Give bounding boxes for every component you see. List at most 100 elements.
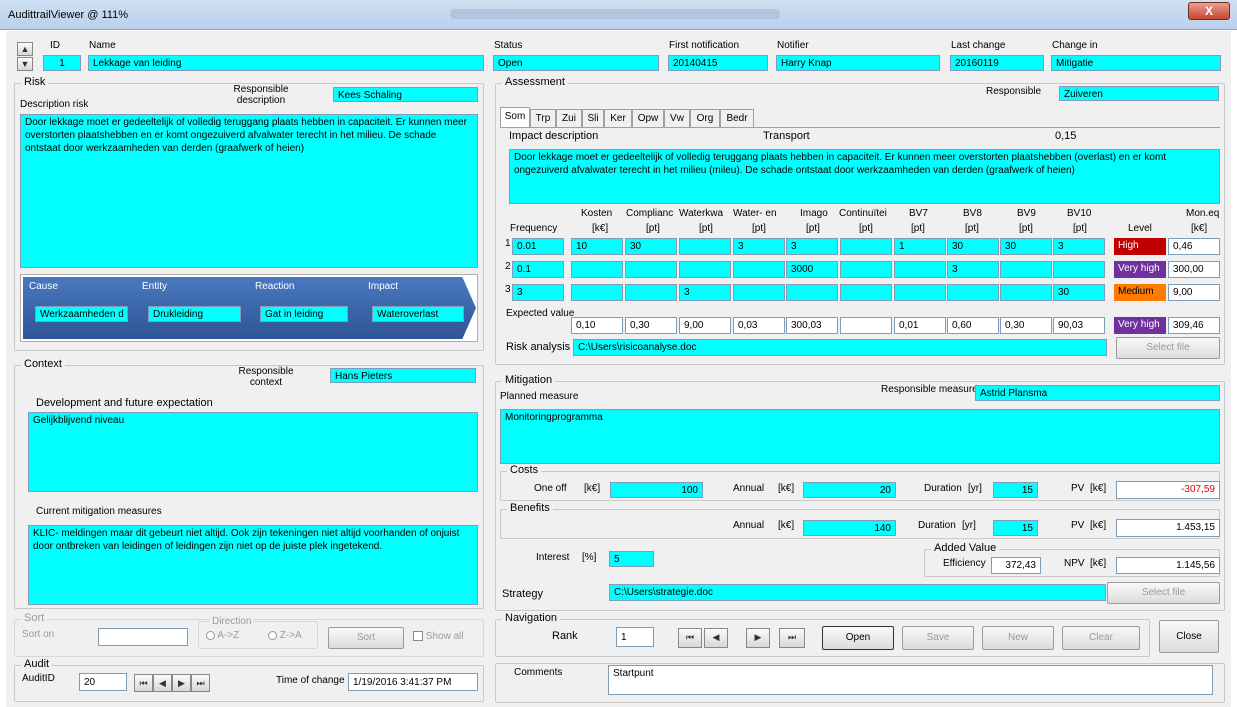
assessment-responsible-field[interactable]: Zuiveren <box>1059 86 1219 101</box>
costs-annual-field[interactable]: 20 <box>803 482 896 498</box>
row-1-complianc[interactable]: 30 <box>625 238 677 255</box>
close-button[interactable]: Close <box>1159 620 1219 653</box>
chain-cause-field[interactable]: Werkzaamheden d <box>35 306 128 322</box>
row-2-water-en[interactable] <box>733 261 785 278</box>
tab-som[interactable]: Som <box>500 107 530 127</box>
open-button[interactable]: Open <box>822 626 894 650</box>
audit-first-button[interactable]: ⏮ <box>134 674 153 692</box>
row-1-bv7[interactable]: 1 <box>894 238 946 255</box>
row-3-bv9[interactable] <box>1000 284 1052 301</box>
row-2-imago[interactable]: 3000 <box>786 261 838 278</box>
expected-kosten[interactable]: 0,10 <box>571 317 623 334</box>
spin-up-button[interactable]: ▲ <box>17 42 33 56</box>
audit-prev-button[interactable]: ◀ <box>153 674 172 692</box>
row-2-frequency[interactable]: 0.1 <box>512 261 564 278</box>
row-2-bv9[interactable] <box>1000 261 1052 278</box>
row-2-bv7[interactable] <box>894 261 946 278</box>
tab-bedr[interactable]: Bedr <box>720 109 754 127</box>
row-2-kosten[interactable] <box>571 261 623 278</box>
chain-entity-field[interactable]: Drukleiding <box>148 306 241 322</box>
interest-field[interactable]: 5 <box>609 551 654 567</box>
tab-ker[interactable]: Ker <box>604 109 632 127</box>
row-1-bv10[interactable]: 3 <box>1053 238 1105 255</box>
row-1-frequency[interactable]: 0.01 <box>512 238 564 255</box>
name-field[interactable]: Lekkage van leiding <box>88 55 484 71</box>
efficiency-field[interactable]: 372,43 <box>991 557 1041 574</box>
row-3-complianc[interactable] <box>625 284 677 301</box>
expected-bv7[interactable]: 0,01 <box>894 317 946 334</box>
nav-next-button[interactable]: ▶ <box>746 628 770 648</box>
row-2-continuitei[interactable] <box>840 261 892 278</box>
last-change-field[interactable]: 20160119 <box>950 55 1044 71</box>
risk-analysis-field[interactable]: C:\Users\risicoanalyse.doc <box>573 339 1107 356</box>
row-3-moneq[interactable]: 9,00 <box>1168 284 1220 301</box>
expected-moneq[interactable]: 309,46 <box>1168 317 1220 334</box>
row-3-continuitei[interactable] <box>840 284 892 301</box>
expected-imago[interactable]: 300,03 <box>786 317 838 334</box>
expected-bv8[interactable]: 0,60 <box>947 317 999 334</box>
tab-trp[interactable]: Trp <box>530 109 556 127</box>
first-notification-field[interactable]: 20140415 <box>668 55 768 71</box>
sort-button[interactable]: Sort <box>328 627 404 649</box>
change-in-field[interactable]: Mitigatie <box>1051 55 1221 71</box>
row-1-water-en[interactable]: 3 <box>733 238 785 255</box>
row-2-complianc[interactable] <box>625 261 677 278</box>
expected-bv9[interactable]: 0,30 <box>1000 317 1052 334</box>
direction-az-option[interactable]: A->Z <box>206 630 239 641</box>
current-mitigation-field[interactable]: KLIC- meldingen maar dit gebeurt niet al… <box>28 525 478 605</box>
rank-field[interactable]: 1 <box>616 627 654 647</box>
chain-impact-field[interactable]: Wateroverlast <box>372 306 464 322</box>
direction-za-radio[interactable] <box>268 630 277 640</box>
expected-water-en[interactable]: 0,03 <box>733 317 785 334</box>
tab-org[interactable]: Org <box>690 109 720 127</box>
description-risk-field[interactable]: Door lekkage moet er gedeeltelijk of vol… <box>20 114 478 268</box>
row-1-imago[interactable]: 3 <box>786 238 838 255</box>
strategy-field[interactable]: C:\Users\strategie.doc <box>609 584 1106 601</box>
expected-waterkwa[interactable]: 9,00 <box>679 317 731 334</box>
direction-za-option[interactable]: Z->A <box>268 630 302 641</box>
costs-duration-field[interactable]: 15 <box>993 482 1038 498</box>
row-1-bv8[interactable]: 30 <box>947 238 999 255</box>
row-3-waterkwa[interactable]: 3 <box>679 284 731 301</box>
row-3-bv10[interactable]: 30 <box>1053 284 1105 301</box>
row-2-moneq[interactable]: 300,00 <box>1168 261 1220 278</box>
audit-next-button[interactable]: ▶ <box>172 674 191 692</box>
row-3-kosten[interactable] <box>571 284 623 301</box>
time-of-change-field[interactable]: 1/19/2016 3:41:37 PM <box>348 673 478 691</box>
save-button[interactable]: Save <box>902 626 974 650</box>
sort-on-field[interactable] <box>98 628 188 646</box>
row-3-water-en[interactable] <box>733 284 785 301</box>
nav-first-button[interactable]: ⏮ <box>678 628 702 648</box>
row-2-waterkwa[interactable] <box>679 261 731 278</box>
show-all-option[interactable]: Show all <box>413 631 464 642</box>
tab-sli[interactable]: Sli <box>582 109 604 127</box>
new-button[interactable]: New <box>982 626 1054 650</box>
benefits-annual-field[interactable]: 140 <box>803 520 896 536</box>
row-1-continuitei[interactable] <box>840 238 892 255</box>
strategy-select-file-button[interactable]: Select file <box>1107 582 1220 604</box>
impact-description-field[interactable]: Door lekkage moet er gedeeltelijk of vol… <box>509 149 1220 204</box>
clear-button[interactable]: Clear <box>1062 626 1140 650</box>
oneoff-field[interactable]: 100 <box>610 482 703 498</box>
window-close-button[interactable]: X <box>1188 2 1230 20</box>
auditid-field[interactable]: 20 <box>79 673 127 691</box>
row-1-moneq[interactable]: 0,46 <box>1168 238 1220 255</box>
npv-field[interactable]: 1.145,56 <box>1116 557 1220 574</box>
benefits-duration-field[interactable]: 15 <box>993 520 1038 536</box>
notifier-field[interactable]: Harry Knap <box>776 55 940 71</box>
row-1-waterkwa[interactable] <box>679 238 731 255</box>
show-all-checkbox[interactable] <box>413 631 423 642</box>
comments-field[interactable]: Startpunt <box>608 665 1213 695</box>
status-field[interactable]: Open <box>493 55 659 71</box>
nav-prev-button[interactable]: ◀ <box>704 628 728 648</box>
costs-pv-field[interactable]: -307,59 <box>1116 481 1220 499</box>
planned-measure-field[interactable]: Monitoringprogramma <box>500 409 1220 464</box>
row-3-bv8[interactable] <box>947 284 999 301</box>
tab-opw[interactable]: Opw <box>632 109 664 127</box>
chain-reaction-field[interactable]: Gat in leiding <box>260 306 348 322</box>
benefits-pv-field[interactable]: 1.453,15 <box>1116 519 1220 537</box>
tab-zui[interactable]: Zui <box>556 109 582 127</box>
row-2-bv10[interactable] <box>1053 261 1105 278</box>
development-field[interactable]: Gelijkblijvend niveau <box>28 412 478 492</box>
row-1-kosten[interactable]: 10 <box>571 238 623 255</box>
